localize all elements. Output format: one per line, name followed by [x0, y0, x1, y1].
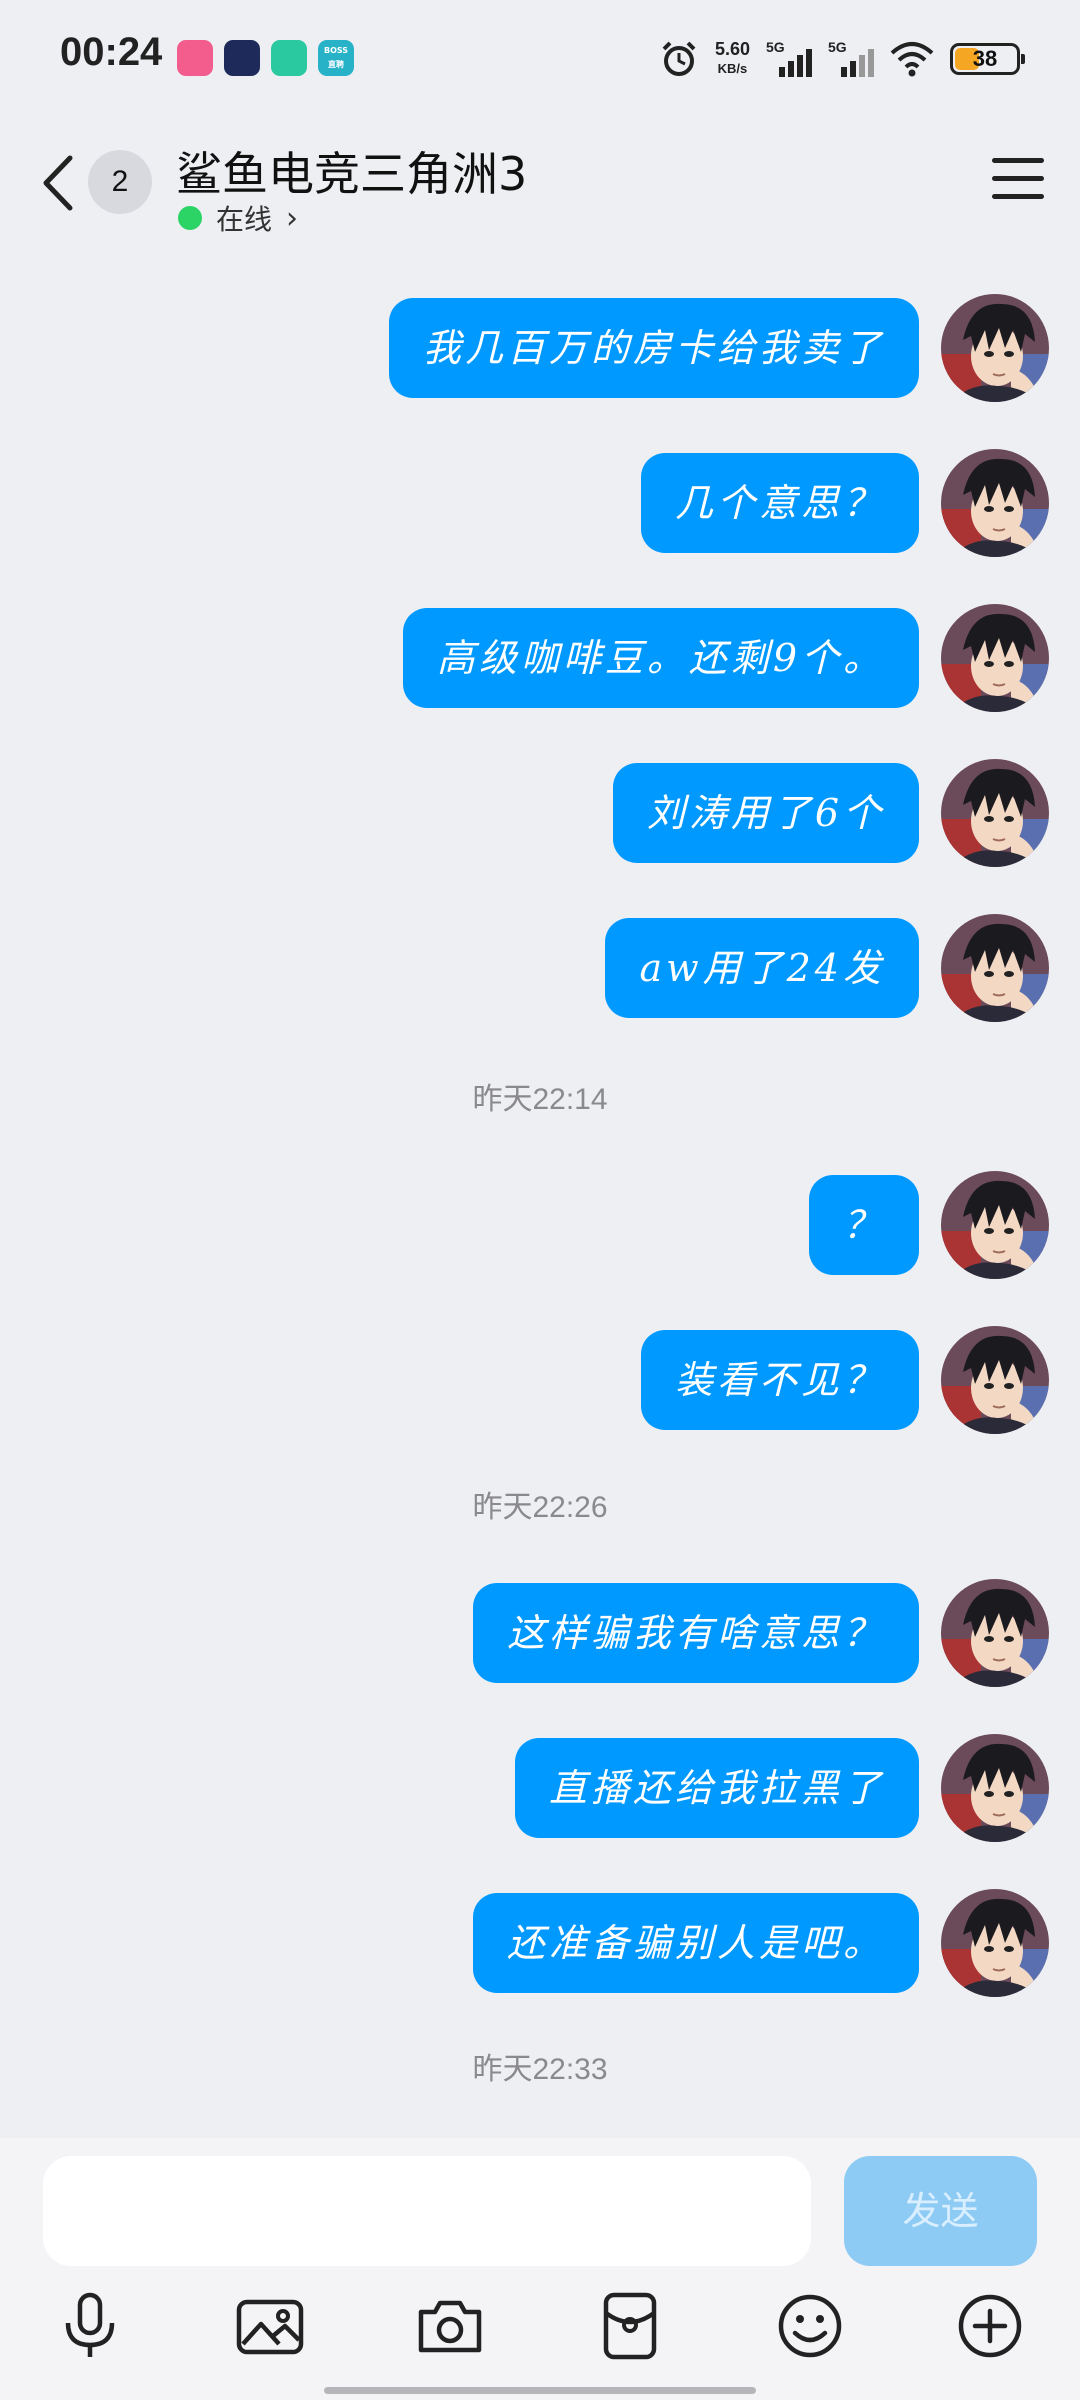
message-bubble[interactable]: 这样骗我有啥意思？ [472, 1583, 919, 1683]
avatar[interactable] [941, 1889, 1049, 1997]
net-speed-value: 5.60 [714, 39, 750, 59]
message-bubble[interactable]: ？ [808, 1175, 919, 1275]
image-icon[interactable] [230, 2286, 310, 2366]
message-bubble[interactable]: 还准备骗别人是吧。 [472, 1893, 919, 1993]
app-face-icon [224, 40, 260, 76]
composer-toolbar [0, 2286, 1080, 2366]
red-packet-icon[interactable] [590, 2286, 670, 2366]
message-bubble[interactable]: aw用了24发 [605, 918, 919, 1018]
avatar[interactable] [941, 1579, 1049, 1687]
avatar[interactable] [941, 604, 1049, 712]
status-time: 00:24 [60, 30, 163, 74]
message-bubble[interactable]: 我几百万的房卡给我卖了 [388, 298, 919, 398]
avatar[interactable] [941, 914, 1049, 1022]
unread-count-badge[interactable]: 2 [88, 150, 152, 214]
avatar[interactable] [941, 1734, 1049, 1842]
back-icon[interactable] [38, 153, 78, 213]
online-status-label: 在线 [216, 203, 273, 236]
avatar[interactable] [941, 1326, 1049, 1434]
message-input[interactable] [43, 2156, 811, 2266]
boss-zhipin-icon: BOSS 直聘 [318, 40, 354, 76]
status-indicators: 5.60 KB/s 5G 5G 38 [659, 36, 1025, 82]
alarm-icon [662, 41, 696, 76]
net-speed: 5.60 KB/s [715, 39, 750, 79]
signal-sim1-icon: 5G [766, 39, 812, 79]
send-button[interactable]: 发送 [844, 2156, 1037, 2266]
home-indicator[interactable] [324, 2387, 756, 2394]
plus-icon[interactable] [950, 2286, 1030, 2366]
chat-header: 2 鲨鱼电竞三角洲3 在线 › [0, 118, 1080, 248]
avatar[interactable] [941, 294, 1049, 402]
net-speed-unit: KB/s [717, 61, 748, 76]
microphone-icon[interactable] [50, 2286, 130, 2366]
avatar[interactable] [941, 449, 1049, 557]
battery-level: 38 [972, 46, 998, 71]
message-timestamp: 昨天22:33 [472, 2053, 608, 2086]
chat-title[interactable]: 鲨鱼电竞三角洲3 [176, 138, 527, 204]
avatar[interactable] [941, 759, 1049, 867]
camera-icon[interactable] [410, 2286, 490, 2366]
avatar[interactable] [941, 1171, 1049, 1279]
message-bubble[interactable]: 直播还给我拉黑了 [514, 1738, 919, 1838]
message-timestamp: 昨天22:14 [472, 1083, 608, 1116]
shield-app-icon [271, 40, 307, 76]
status-bar: 00:24 BOSS 直聘 5.60 KB/s 5G 5G 38 [0, 0, 1080, 118]
chevron-right-icon: › [286, 200, 299, 236]
message-bubble[interactable]: 刘涛用了6个 [612, 763, 919, 863]
message-bubble[interactable]: 高级咖啡豆。还剩9个。 [402, 608, 919, 708]
emoji-icon[interactable] [770, 2286, 850, 2366]
online-status[interactable]: 在线 › [178, 198, 298, 238]
message-timestamp: 昨天22:26 [472, 1491, 608, 1524]
signal-sim2-icon: 5G [828, 39, 874, 79]
message-list[interactable]: 我几百万的房卡给我卖了 几个意思？ 高级咖啡豆。还剩9个。 刘涛用了6个 aw用… [0, 248, 1080, 2138]
message-bubble[interactable]: 装看不见？ [640, 1330, 919, 1430]
message-bubble[interactable]: 几个意思？ [640, 453, 919, 553]
online-dot-icon [178, 206, 202, 230]
menu-icon[interactable] [992, 158, 1044, 202]
wifi-icon [890, 42, 934, 77]
bilibili-icon [177, 40, 213, 76]
composer: 发送 [0, 2138, 1080, 2400]
battery-icon: 38 [950, 43, 1025, 75]
